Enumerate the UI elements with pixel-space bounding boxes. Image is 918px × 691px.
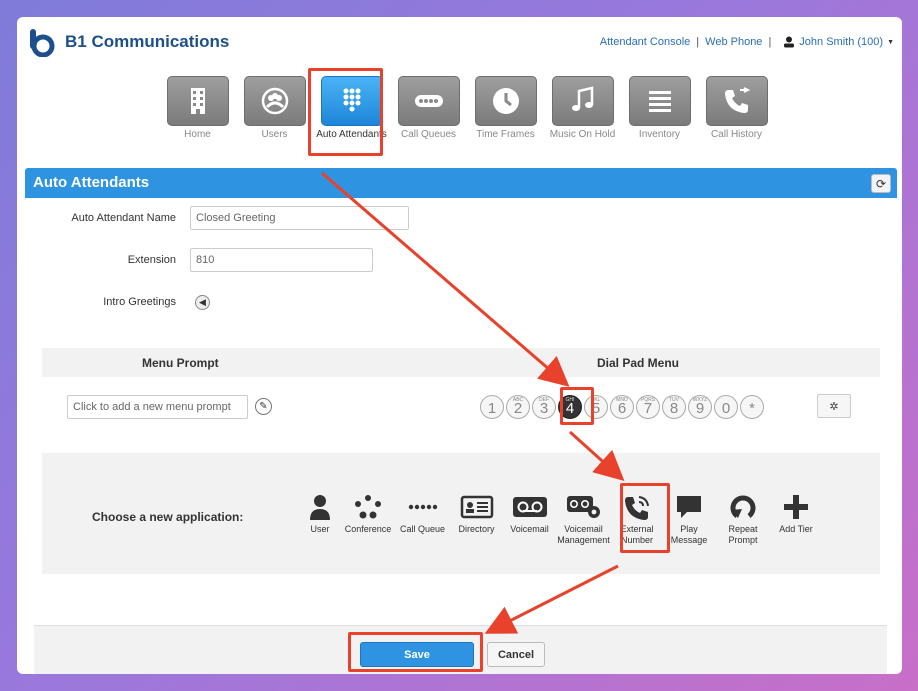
app-conference[interactable]: Conference <box>340 494 396 546</box>
app-repeat-prompt[interactable]: Repeat Prompt <box>716 494 770 546</box>
dial-key-0[interactable]: 0 <box>714 395 738 419</box>
dialpad-settings-button[interactable]: ✲ <box>817 394 851 418</box>
app-window: B1 Communications Attendant Console | We… <box>17 17 902 674</box>
building-icon <box>190 88 205 114</box>
app-call-queue[interactable]: Call Queue <box>396 494 449 546</box>
dots-icon <box>414 95 443 107</box>
highlight-dial-key-4 <box>560 387 594 425</box>
highlight-save <box>348 632 483 672</box>
refresh-icon: ⟳ <box>875 176 887 191</box>
application-chooser: Choose a new application: User Conferenc… <box>42 453 880 574</box>
extension-input[interactable]: 810 <box>190 248 373 272</box>
dial-key-1[interactable]: 1 <box>480 395 504 419</box>
main-nav: Home Users Auto Attendants Call Queues T… <box>159 76 775 141</box>
nav-label: Call Queues <box>400 129 457 140</box>
dial-key-9[interactable]: WXYZ 9 <box>688 395 712 419</box>
menu-header: Menu Prompt Dial Pad Menu <box>42 348 880 377</box>
repeat-prompt-icon <box>730 495 756 518</box>
link-separator: | <box>768 36 772 48</box>
dialpad-menu-header: Dial Pad Menu <box>597 356 680 370</box>
user-name: John Smith (100) <box>799 36 884 48</box>
voicemail-icon <box>512 497 547 517</box>
name-input[interactable]: Closed Greeting <box>190 206 409 230</box>
nav-label: Inventory <box>638 129 681 140</box>
section-title: Auto Attendants <box>33 174 150 191</box>
dial-key-8[interactable]: TUV 8 <box>662 395 686 419</box>
directory-icon <box>460 495 493 519</box>
cancel-button[interactable]: Cancel <box>487 642 545 667</box>
phone-history-icon <box>724 87 750 113</box>
highlight-external-number <box>620 483 670 553</box>
dialpad: 1 ABC 2 DEF 3 GHI 4 JKL 5 MNO 6 PQRS 7 TUV 8 WX… <box>480 395 764 419</box>
gear-icon: ✲ <box>829 400 839 413</box>
list-icon <box>648 91 671 112</box>
nav-music-on-hold[interactable]: Music On Hold <box>544 76 621 141</box>
user-menu[interactable]: John Smith (100) ▼ <box>783 36 894 48</box>
music-note-icon <box>571 86 593 111</box>
dial-key-star[interactable]: * <box>740 395 764 419</box>
web-phone-link[interactable]: Web Phone <box>705 36 762 48</box>
dial-key-7[interactable]: PQRS 7 <box>636 395 660 419</box>
voicemail-management-icon <box>566 496 600 518</box>
brand: B1 Communications <box>27 27 229 57</box>
intro-greetings-label: Intro Greetings <box>103 296 176 308</box>
clock-icon <box>492 88 519 114</box>
app-voicemail-management[interactable]: Voicemail Management <box>555 494 612 546</box>
choose-application-label: Choose a new application: <box>92 510 244 524</box>
highlight-auto-attendants <box>308 68 383 156</box>
users-icon <box>261 87 288 115</box>
nav-label: Music On Hold <box>549 129 616 140</box>
app-add-tier[interactable]: Add Tier <box>770 494 822 546</box>
link-separator: | <box>696 36 700 48</box>
play-message-icon <box>677 496 701 518</box>
nav-home[interactable]: Home <box>159 76 236 141</box>
call-queue-icon <box>408 504 437 510</box>
user-icon <box>784 36 795 48</box>
name-label: Auto Attendant Name <box>71 212 176 224</box>
nav-users[interactable]: Users <box>236 76 313 141</box>
section-header: Auto Attendants ⟳ <box>25 168 897 198</box>
refresh-button[interactable]: ⟳ <box>871 174 891 193</box>
conference-icon <box>355 495 381 519</box>
nav-label: Call History <box>710 129 763 140</box>
app-play-message[interactable]: Play Message <box>662 494 716 546</box>
speaker-icon[interactable]: ◀ <box>195 295 210 310</box>
top-links: Attendant Console | Web Phone | John Smi… <box>600 36 894 48</box>
chevron-down-icon: ▼ <box>887 38 894 46</box>
nav-label: Time Frames <box>476 129 535 140</box>
app-directory[interactable]: Directory <box>449 494 504 546</box>
nav-call-history[interactable]: Call History <box>698 76 775 141</box>
attendant-console-link[interactable]: Attendant Console <box>600 36 691 48</box>
menu-prompt-header: Menu Prompt <box>142 356 219 370</box>
brand-name: B1 Communications <box>65 32 230 51</box>
nav-time-frames[interactable]: Time Frames <box>467 76 544 141</box>
app-user[interactable]: User <box>300 494 340 546</box>
nav-label: Home <box>184 129 211 140</box>
app-voicemail[interactable]: Voicemail <box>504 494 555 546</box>
dial-key-6[interactable]: MNO 6 <box>610 395 634 419</box>
application-list: User Conference Call Queue Directory Voi… <box>300 494 822 546</box>
dial-key-2[interactable]: ABC 2 <box>506 395 530 419</box>
nav-call-queues[interactable]: Call Queues <box>390 76 467 141</box>
add-tier-icon <box>784 495 808 519</box>
menu-prompt-input[interactable]: Click to add a new menu prompt <box>67 395 248 419</box>
user-icon <box>310 495 330 520</box>
dial-key-3[interactable]: DEF 3 <box>532 395 556 419</box>
pencil-icon[interactable]: ✎ <box>255 398 272 415</box>
b1-logo-icon <box>30 29 55 57</box>
nav-label: Users <box>261 129 288 140</box>
extension-label: Extension <box>127 254 176 266</box>
nav-inventory[interactable]: Inventory <box>621 76 698 141</box>
